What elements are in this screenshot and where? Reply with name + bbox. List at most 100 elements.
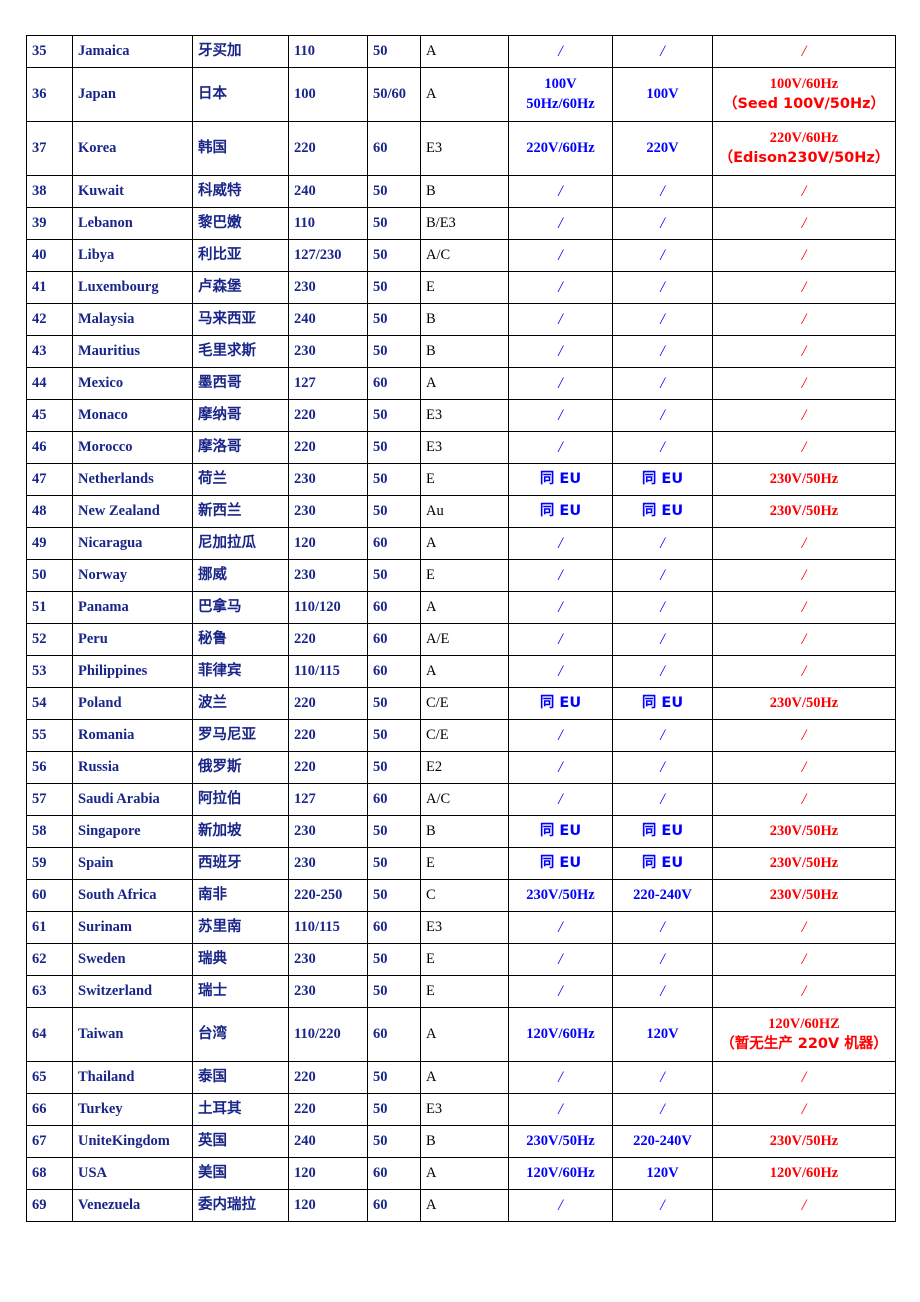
voltage-cell: 240 bbox=[288, 175, 368, 208]
country-chinese-cell: 摩洛哥 bbox=[192, 431, 289, 464]
frequency-cell: 50 bbox=[367, 815, 421, 848]
standard-spec-cell: / bbox=[508, 655, 613, 688]
country-english-cell: Romania bbox=[72, 719, 193, 752]
rated-voltage-cell-lines: / bbox=[618, 1195, 707, 1217]
production-note-cell: / bbox=[712, 1093, 896, 1126]
row-number-cell: 47 bbox=[26, 463, 73, 496]
standard-spec-cell-line: / bbox=[558, 310, 563, 328]
country-english-cell: Switzerland bbox=[72, 975, 193, 1008]
production-note-cell-line: 230V/50Hz bbox=[769, 822, 839, 839]
standard-spec-cell-line: 230V/50Hz bbox=[526, 1132, 595, 1149]
voltage-cell: 230 bbox=[288, 847, 368, 880]
rated-voltage-cell: / bbox=[612, 335, 713, 368]
rated-voltage-cell: 220-240V bbox=[612, 1125, 713, 1158]
rated-voltage-cell-line: 120V bbox=[646, 1164, 679, 1181]
country-english-cell: Surinam bbox=[72, 911, 193, 944]
frequency-cell: 50 bbox=[367, 463, 421, 496]
rated-voltage-cell: / bbox=[612, 591, 713, 624]
country-english-cell: Luxembourg bbox=[72, 271, 193, 304]
country-english-cell: Philippines bbox=[72, 655, 193, 688]
rated-voltage-cell-lines: / bbox=[618, 789, 707, 811]
row-number-cell: 62 bbox=[26, 943, 73, 976]
rated-voltage-cell-line: 220-240V bbox=[633, 1132, 692, 1149]
standard-spec-cell: 同 EU bbox=[508, 847, 613, 880]
voltage-cell: 220 bbox=[288, 751, 368, 784]
country-english-cell: Korea bbox=[72, 121, 193, 176]
standard-spec-cell-lines: / bbox=[514, 245, 607, 267]
table-row: 66 Turkey 土耳其 220 50 E3 / / / bbox=[26, 1093, 896, 1126]
standard-spec-cell-line: / bbox=[558, 918, 563, 936]
country-chinese-cell: 泰国 bbox=[192, 1061, 289, 1094]
standard-spec-cell: / bbox=[508, 911, 613, 944]
production-note-cell: / bbox=[712, 911, 896, 944]
country-chinese-cell: 西班牙 bbox=[192, 847, 289, 880]
plug-type-cell: E bbox=[420, 559, 509, 592]
production-note-cell-line: / bbox=[801, 630, 807, 648]
standard-spec-cell-line: / bbox=[558, 726, 563, 744]
row-number-cell: 45 bbox=[26, 399, 73, 432]
production-note-cell-line: （暂无生产 220V 机器） bbox=[720, 1035, 888, 1052]
plug-type-cell: E3 bbox=[420, 431, 509, 464]
production-note-cell-line: / bbox=[801, 1068, 807, 1086]
standard-spec-cell-lines: 230V/50Hz bbox=[514, 886, 607, 906]
standard-spec-cell-line: / bbox=[558, 406, 563, 424]
standard-spec-cell-line: / bbox=[558, 438, 563, 456]
production-note-cell-lines: / bbox=[718, 661, 890, 683]
rated-voltage-cell-lines: / bbox=[618, 41, 707, 63]
production-note-cell-lines: 230V/50Hz bbox=[718, 694, 890, 714]
production-note-cell-lines: / bbox=[718, 981, 890, 1003]
country-chinese-cell: 韩国 bbox=[192, 121, 289, 176]
standard-spec-cell-lines: 120V/60Hz bbox=[514, 1025, 607, 1045]
table-row: 46 Morocco 摩洛哥 220 50 E3 / / / bbox=[26, 431, 896, 464]
frequency-cell: 60 bbox=[367, 367, 421, 400]
production-note-cell-line: / bbox=[801, 566, 807, 584]
standard-spec-cell-lines: / bbox=[514, 41, 607, 63]
table-row: 48 New Zealand 新西兰 230 50 Au 同 EU 同 EU 230V/50Hz bbox=[26, 495, 896, 528]
rated-voltage-cell-line: / bbox=[660, 1100, 665, 1118]
row-number-cell: 65 bbox=[26, 1061, 73, 1094]
standard-spec-cell-line: 120V/60Hz bbox=[526, 1164, 595, 1181]
row-number-cell: 63 bbox=[26, 975, 73, 1008]
rated-voltage-cell-lines: / bbox=[618, 533, 707, 555]
rated-voltage-cell-lines: / bbox=[618, 373, 707, 395]
standard-spec-cell-lines: / bbox=[514, 949, 607, 971]
production-note-cell-lines: / bbox=[718, 405, 890, 427]
rated-voltage-cell-lines: / bbox=[618, 597, 707, 619]
country-english-cell: Singapore bbox=[72, 815, 193, 848]
frequency-cell: 50 bbox=[367, 687, 421, 720]
rated-voltage-cell-line: / bbox=[660, 406, 665, 424]
production-note-cell-line: / bbox=[801, 534, 807, 552]
production-note-cell-lines: 230V/50Hz bbox=[718, 502, 890, 522]
country-chinese-cell: 巴拿马 bbox=[192, 591, 289, 624]
plug-type-cell: A bbox=[420, 591, 509, 624]
rated-voltage-cell-lines: / bbox=[618, 565, 707, 587]
country-chinese-cell: 日本 bbox=[192, 67, 289, 122]
rated-voltage-cell: / bbox=[612, 783, 713, 816]
table-row: 65 Thailand 泰国 220 50 A / / / bbox=[26, 1061, 896, 1094]
rated-voltage-cell-line: / bbox=[660, 278, 665, 296]
frequency-cell: 60 bbox=[367, 1007, 421, 1062]
standard-spec-cell-line: 120V/60Hz bbox=[526, 1025, 595, 1042]
rated-voltage-cell: / bbox=[612, 1189, 713, 1222]
production-note-cell-lines: 220V/60Hz （Edison230V/50Hz） bbox=[718, 129, 890, 168]
production-note-cell-lines: 120V/60Hz bbox=[718, 1164, 890, 1184]
frequency-cell: 50 bbox=[367, 35, 421, 68]
row-number-cell: 54 bbox=[26, 687, 73, 720]
country-english-cell: Thailand bbox=[72, 1061, 193, 1094]
standard-spec-cell: 220V/60Hz bbox=[508, 121, 613, 176]
standard-spec-cell-lines: / bbox=[514, 1067, 607, 1089]
production-note-cell: 230V/50Hz bbox=[712, 1125, 896, 1158]
country-english-cell: Nicaragua bbox=[72, 527, 193, 560]
country-chinese-cell: 苏里南 bbox=[192, 911, 289, 944]
frequency-cell: 50 bbox=[367, 239, 421, 272]
row-number-cell: 67 bbox=[26, 1125, 73, 1158]
country-chinese-cell: 墨西哥 bbox=[192, 367, 289, 400]
standard-spec-cell-line: / bbox=[558, 598, 563, 616]
frequency-cell: 50 bbox=[367, 719, 421, 752]
rated-voltage-cell-line: / bbox=[660, 374, 665, 392]
production-note-cell: / bbox=[712, 367, 896, 400]
standard-spec-cell-lines: 120V/60Hz bbox=[514, 1164, 607, 1184]
production-note-cell: / bbox=[712, 751, 896, 784]
rated-voltage-cell: / bbox=[612, 559, 713, 592]
standard-spec-cell-line: / bbox=[558, 246, 563, 264]
